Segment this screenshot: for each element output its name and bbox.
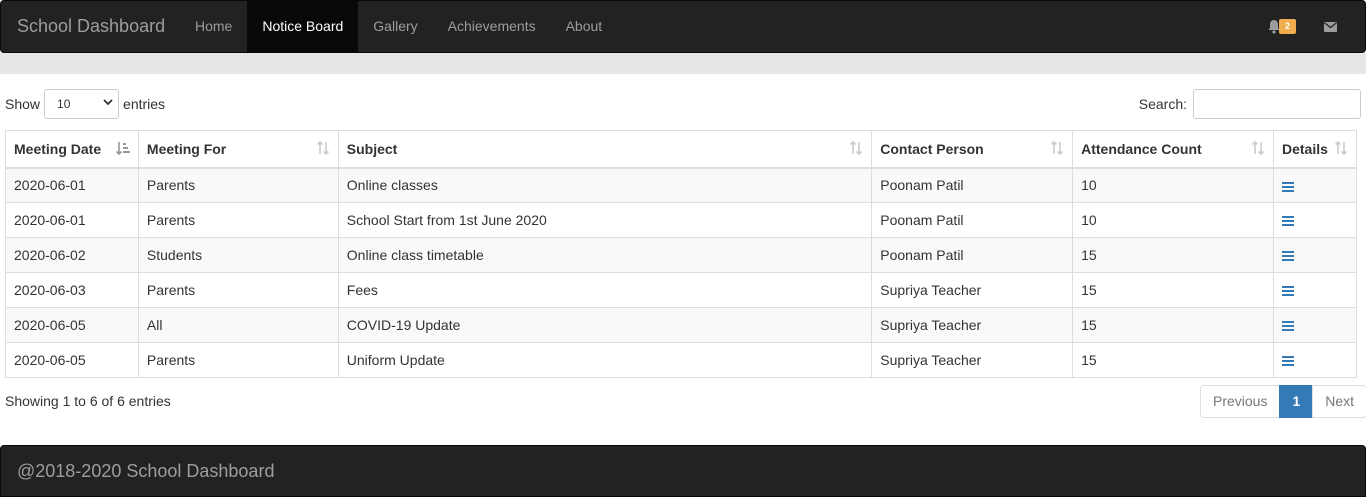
entries-select[interactable]: 10 [44,89,120,119]
nav-item-notice-board[interactable]: Notice Board [247,1,359,52]
show-label: Show [5,96,41,112]
contact-person-cell: Poonam Patil [871,202,1074,238]
meeting-for-cell: Parents [137,342,339,378]
nav-right: 2 [1268,1,1337,52]
column-header-details[interactable]: Details [1272,130,1358,169]
nav-item-achievements[interactable]: Achievements [433,1,551,52]
meeting-for-cell: Parents [137,167,339,203]
contact-person-cell: Supriya Teacher [871,307,1074,343]
menu-lines-icon[interactable] [1281,216,1294,227]
table-header-row: Meeting Date Meeting For Subject Contact… [5,130,1358,169]
column-header-label: Meeting Date [14,140,102,157]
menu-lines-icon[interactable] [1281,286,1294,297]
table-row: 2020-06-05 Parents Uniform Update Supriya T… [5,342,1358,378]
notifications-button[interactable]: 2 [1268,17,1302,37]
sort-both-icon [850,141,863,155]
nav-menu: Home Notice Board Gallery Achievements A… [180,1,617,52]
table-row: 2020-06-02 Students Online class timetable… [5,237,1358,273]
details-cell [1272,342,1358,378]
column-header-subject[interactable]: Subject [337,130,873,169]
attendance-count-cell: 15 [1072,342,1274,378]
entries-select-wrap: 10 [40,89,123,119]
column-header-label: Attendance Count [1081,140,1202,157]
meeting-date-cell: 2020-06-05 [5,307,139,343]
column-header-meeting-for[interactable]: Meeting For [137,130,339,169]
sort-both-icon [316,141,329,155]
nav-item-gallery[interactable]: Gallery [358,1,432,52]
attendance-count-cell: 15 [1072,237,1274,273]
subject-cell: Online class timetable [337,237,873,273]
meeting-for-cell: Parents [137,202,339,238]
column-header-label: Subject [346,140,398,157]
subject-cell: Online classes [337,167,873,203]
footer-text: @2018-2020 School Dashboard [17,461,275,481]
entries-label: entries [123,96,166,112]
attendance-count-cell: 10 [1072,167,1274,203]
sort-ascending-icon [115,142,130,155]
contact-person-cell: Supriya Teacher [871,342,1074,378]
meeting-date-cell: 2020-06-02 [5,237,139,273]
subject-cell: Fees [337,272,873,308]
details-cell [1272,202,1358,238]
entries-length-control: Show 10 entries [5,89,165,119]
column-header-attendance-count[interactable]: Attendance Count [1072,130,1274,169]
table-body: 2020-06-01 Parents Online classes Poonam Pa… [5,167,1358,378]
table-info: Showing 1 to 6 of 6 entries [5,393,171,409]
envelope-icon[interactable] [1324,21,1337,32]
menu-lines-icon[interactable] [1281,321,1294,332]
table-row: 2020-06-05 All COVID-19 Update Supriya Teac… [5,307,1358,343]
contact-person-cell: Supriya Teacher [871,272,1074,308]
search-input[interactable] [1193,89,1361,119]
sort-both-icon [1334,141,1348,155]
subject-cell: COVID-19 Update [337,307,873,343]
previous-page-button[interactable]: Previous [1200,385,1281,418]
attendance-count-cell: 10 [1072,202,1274,238]
page-1-button[interactable]: 1 [1279,385,1314,418]
meeting-for-cell: Students [137,237,339,273]
nav-item-about[interactable]: About [551,1,618,52]
meeting-for-cell: Parents [137,272,339,308]
table-row: 2020-06-03 Parents Fees Supriya Teacher 15 [5,272,1358,308]
contact-person-cell: Poonam Patil [871,167,1074,203]
page-footer: @2018-2020 School Dashboard [0,445,1366,497]
meeting-date-cell: 2020-06-01 [5,167,139,203]
attendance-count-cell: 15 [1072,272,1274,308]
column-header-label: Meeting For [146,140,227,157]
meeting-date-cell: 2020-06-05 [5,342,139,378]
table-row: 2020-06-01 Parents School Start from 1st J… [5,202,1358,238]
column-header-meeting-date[interactable]: Meeting Date [5,130,139,169]
menu-lines-icon[interactable] [1281,251,1294,262]
attendance-count-cell: 15 [1072,307,1274,343]
details-cell [1272,272,1358,308]
subject-cell: School Start from 1st June 2020 [337,202,873,238]
menu-lines-icon[interactable] [1281,356,1294,367]
brand-title[interactable]: School Dashboard [17,16,165,37]
meeting-date-cell: 2020-06-01 [5,202,139,238]
header-separator [0,53,1366,74]
details-cell [1272,307,1358,343]
next-page-button[interactable]: Next [1312,385,1366,418]
subject-cell: Uniform Update [337,342,873,378]
meeting-date-cell: 2020-06-03 [5,272,139,308]
top-navbar: School Dashboard Home Notice Board Galle… [0,0,1366,53]
sort-both-icon [1051,141,1064,155]
meeting-for-cell: All [137,307,339,343]
pagination: Previous 1 Next [1200,385,1366,418]
menu-lines-icon[interactable] [1281,181,1294,192]
details-cell [1272,237,1358,273]
details-cell [1272,167,1358,203]
sort-both-icon [1251,141,1265,155]
column-header-label: Contact Person [880,140,984,157]
meetings-table: Meeting Date Meeting For Subject Contact… [5,130,1358,378]
search-label: Search: [1138,96,1187,112]
column-header-contact-person[interactable]: Contact Person [871,130,1074,169]
contact-person-cell: Poonam Patil [871,237,1074,273]
column-header-label: Details [1281,140,1328,157]
notification-badge: 2 [1279,18,1297,34]
nav-item-home[interactable]: Home [180,1,247,52]
table-row: 2020-06-01 Parents Online classes Poonam Pa… [5,167,1358,203]
search-control: Search: [1139,89,1361,119]
